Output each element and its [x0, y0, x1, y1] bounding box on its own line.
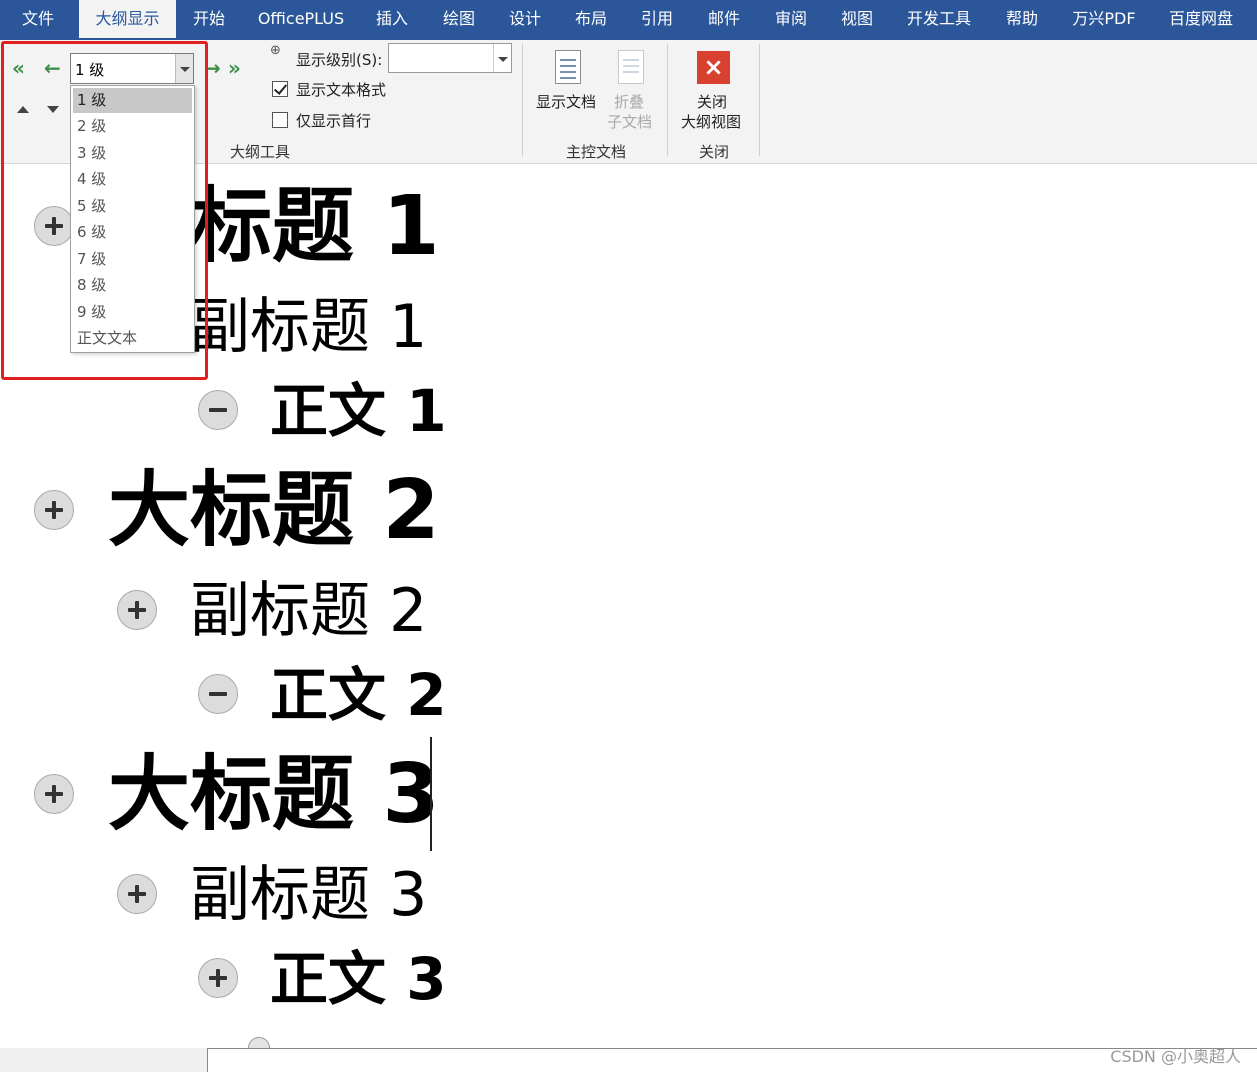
tab-baidu-netdisk[interactable]: 百度网盘 — [1155, 0, 1247, 40]
collapse-label-line2: 子文档 — [607, 113, 653, 131]
tab-file[interactable]: 文件 — [4, 0, 72, 40]
dropdown-item-level-1[interactable]: 1 级 — [73, 88, 192, 113]
heading-2[interactable]: 副标题 2 — [190, 576, 427, 646]
dropdown-item-level-2[interactable]: 2 级 — [73, 114, 192, 139]
tab-view[interactable]: 视图 — [825, 0, 889, 40]
dropdown-item-level-5[interactable]: 5 级 — [73, 194, 192, 219]
show-first-line-checkbox[interactable] — [272, 112, 288, 128]
group-separator — [522, 44, 523, 156]
show-level-combo[interactable] — [388, 43, 512, 73]
double-left-arrow-icon: « — [12, 56, 25, 80]
triangle-up-icon — [17, 106, 29, 113]
watermark: CSDN @小奥超人 — [1110, 1047, 1241, 1066]
show-document-button[interactable]: 显示文档 — [534, 48, 604, 118]
heading-2[interactable]: 副标题 3 — [190, 860, 427, 930]
demote-button[interactable]: → — [202, 58, 224, 80]
text-cursor — [430, 737, 432, 851]
heading-2[interactable]: 副标题 1 — [190, 292, 427, 362]
document-icon — [555, 50, 581, 84]
tab-developer[interactable]: 开发工具 — [893, 0, 985, 40]
tab-layout[interactable]: 布局 — [560, 0, 622, 40]
outline-level-combo[interactable]: 1 级 — [70, 53, 194, 84]
close-label-line1: 关闭 — [697, 93, 728, 111]
move-up-button[interactable] — [14, 102, 32, 118]
heading-1[interactable]: 大标题 3 — [108, 750, 440, 840]
chevron-down-icon[interactable] — [175, 54, 193, 83]
dropdown-item-level-4[interactable]: 4 级 — [73, 167, 192, 192]
expand-icon[interactable] — [34, 490, 74, 530]
body-text[interactable]: 正文 3 — [270, 946, 447, 1012]
outline-level-dropdown: 1 级 2 级 3 级 4 级 5 级 6 级 7 级 8 级 9 级 正文文本 — [70, 85, 195, 353]
dropdown-item-level-6[interactable]: 6 级 — [73, 220, 192, 245]
group-separator — [759, 44, 760, 156]
body-text[interactable]: 正文 2 — [270, 662, 447, 728]
close-label-line2: 大纲视图 — [681, 113, 742, 131]
show-text-format-label: 显示文本格式 — [296, 81, 387, 99]
body-text[interactable]: 正文 1 — [270, 378, 447, 444]
show-text-format-checkbox[interactable] — [272, 81, 288, 97]
ribbon-tab-bar: 文件 大纲显示 开始 OfficePLUS 插入 绘图 设计 布局 引用 邮件 … — [0, 0, 1257, 40]
dropdown-item-body-text[interactable]: 正文文本 — [73, 326, 192, 351]
expand-icon[interactable] — [117, 590, 157, 630]
expand-icon[interactable] — [117, 874, 157, 914]
tab-mailings[interactable]: 邮件 — [692, 0, 756, 40]
double-right-arrow-icon: » — [228, 56, 241, 80]
right-arrow-icon: → — [204, 56, 221, 80]
group-label-close: 关闭 — [698, 143, 729, 161]
group-label-master-document: 主控文档 — [565, 143, 626, 161]
close-outline-view-button[interactable]: × 关闭 大纲视图 — [678, 48, 750, 134]
collapse-icon[interactable] — [198, 674, 238, 714]
show-document-label: 显示文档 — [536, 93, 597, 111]
bottom-panel — [207, 1048, 1257, 1072]
tab-design[interactable]: 设计 — [494, 0, 556, 40]
group-separator — [667, 44, 668, 156]
triangle-down-icon — [47, 106, 59, 113]
expand-icon[interactable] — [34, 206, 74, 246]
left-arrow-icon: ← — [44, 56, 61, 80]
tab-references[interactable]: 引用 — [626, 0, 688, 40]
outline-level-value: 1 级 — [75, 61, 105, 79]
collapse-subdocuments-button: 折叠 子文档 — [606, 48, 658, 134]
heading-1[interactable]: 大标题 2 — [108, 466, 440, 556]
dropdown-item-level-8[interactable]: 8 级 — [73, 273, 192, 298]
tab-home[interactable]: 开始 — [178, 0, 240, 40]
expand-icon[interactable] — [34, 774, 74, 814]
tab-officeplus[interactable]: OfficePLUS — [246, 0, 356, 40]
subdocument-icon — [618, 50, 644, 84]
tab-outline[interactable]: 大纲显示 — [79, 0, 176, 40]
group-label-outline-tools: 大纲工具 — [229, 143, 290, 161]
tab-draw[interactable]: 绘图 — [428, 0, 490, 40]
expand-icon[interactable] — [198, 958, 238, 998]
dropdown-item-level-9[interactable]: 9 级 — [73, 300, 192, 325]
tab-insert[interactable]: 插入 — [361, 0, 423, 40]
close-icon: × — [697, 51, 730, 84]
collapse-label-line1: 折叠 — [614, 93, 645, 111]
tab-wondershare-pdf[interactable]: 万兴PDF — [1060, 0, 1148, 40]
show-level-label: 显示级别(S): — [296, 51, 383, 69]
collapse-icon[interactable] — [198, 390, 238, 430]
chevron-down-icon[interactable] — [493, 44, 511, 72]
move-down-button[interactable] — [44, 102, 62, 118]
bottom-margin — [0, 1048, 207, 1072]
dropdown-item-level-7[interactable]: 7 级 — [73, 247, 192, 272]
tab-help[interactable]: 帮助 — [990, 0, 1054, 40]
demote-to-body-button[interactable]: » — [228, 58, 254, 80]
promote-button[interactable]: ← — [42, 58, 64, 80]
promote-to-heading-button[interactable]: « — [12, 58, 36, 80]
show-first-line-label: 仅显示首行 — [296, 112, 372, 130]
show-level-icon: ⊕ — [270, 43, 281, 58]
dropdown-item-level-3[interactable]: 3 级 — [73, 141, 192, 166]
tab-review[interactable]: 审阅 — [759, 0, 823, 40]
